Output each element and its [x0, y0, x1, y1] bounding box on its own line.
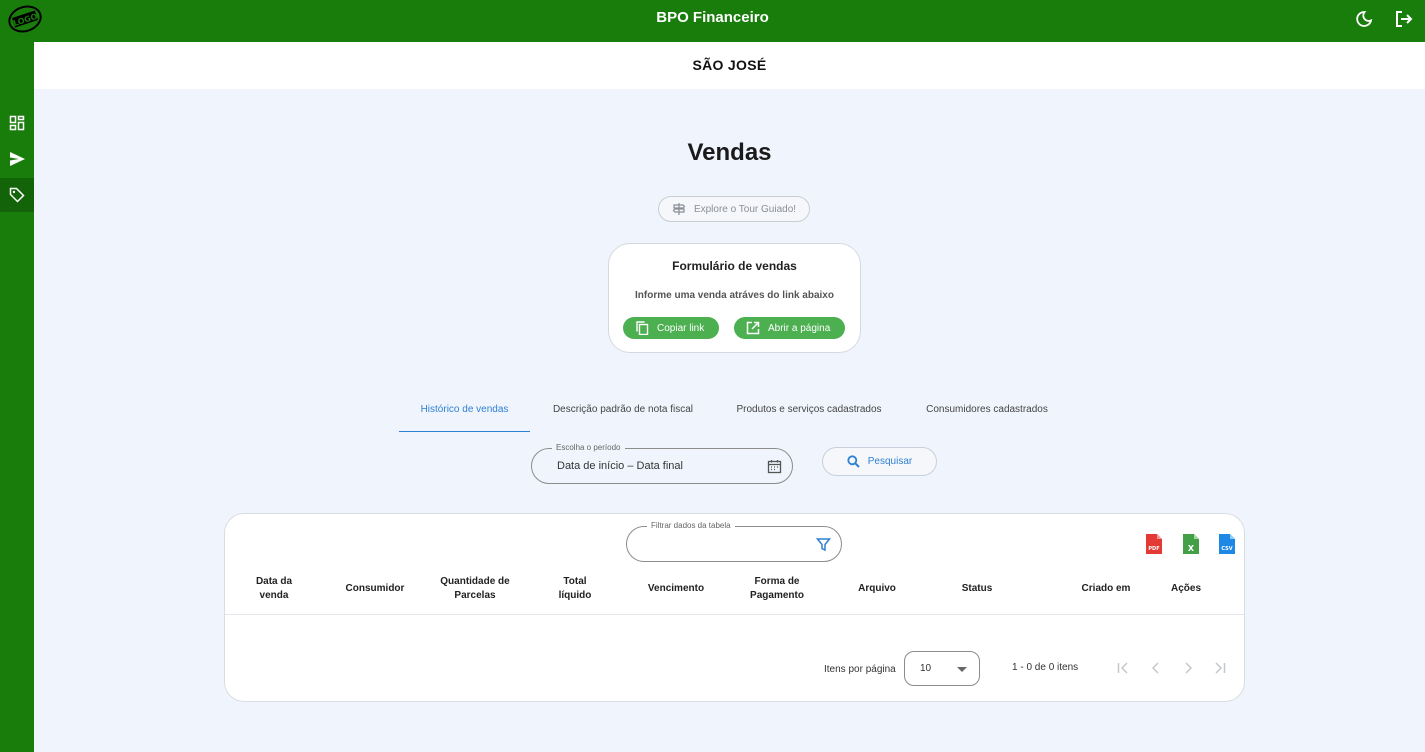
period-start-placeholder[interactable]: Data de início — [557, 460, 624, 472]
top-bar: LOGO BPO Financeiro — [0, 0, 1425, 42]
svg-text:PDF: PDF — [1148, 546, 1159, 552]
company-name: SÃO JOSÉ — [34, 42, 1425, 89]
items-per-page-label: Itens por página — [824, 664, 896, 675]
items-per-page-value: 10 — [920, 663, 932, 674]
page-title: Vendas — [687, 139, 772, 166]
svg-text:X: X — [1188, 544, 1195, 553]
tag-icon — [9, 187, 25, 203]
previous-page-icon[interactable] — [1146, 658, 1166, 678]
column-header-status[interactable]: Status — [940, 566, 1014, 612]
search-button-label: Pesquisar — [867, 456, 913, 467]
items-per-page-select[interactable]: 10 — [904, 651, 980, 686]
period-label: Escolha o período — [552, 443, 625, 452]
search-button[interactable]: Pesquisar — [822, 447, 937, 476]
guided-tour-label: Explore o Tour Guiado! — [693, 203, 797, 215]
period-range-field[interactable]: Escolha o período Data de início – Data … — [531, 443, 793, 484]
send-icon — [9, 152, 25, 166]
column-header-payment-method[interactable]: Forma de Pagamento — [740, 566, 814, 612]
sidebar-item-sales[interactable] — [0, 178, 34, 212]
copy-link-button[interactable]: Copiar link — [623, 317, 719, 339]
app-title: BPO Financeiro — [656, 9, 769, 26]
table-header-divider — [225, 614, 1244, 615]
guided-tour-button[interactable]: Explore o Tour Guiado! — [658, 196, 810, 222]
tab-products-services[interactable]: Produtos e serviços cadastrados — [722, 396, 896, 432]
table-filter-label: Filtrar dados da tabela — [647, 521, 735, 530]
sales-table-card: Filtrar dados da tabela PDF X CSV Data d… — [224, 513, 1245, 702]
calendar-icon[interactable] — [767, 459, 782, 479]
column-header-actions: Ações — [1170, 582, 1201, 594]
sales-form-description: Informe uma venda atráves do link abaixo — [635, 290, 834, 301]
sales-form-card: Formulário de vendas Informe uma venda a… — [608, 243, 861, 353]
signpost-icon — [672, 203, 686, 215]
dark-mode-icon[interactable] — [1354, 9, 1374, 29]
export-csv-icon[interactable]: CSV — [1218, 533, 1236, 555]
tab-bar: Histórico de vendas Descrição padrão de … — [0, 396, 1425, 432]
period-value: Data de início – Data final — [557, 460, 683, 472]
column-header-consumer[interactable]: Consumidor — [335, 566, 415, 612]
column-header-net-total[interactable]: Total líquido — [547, 566, 603, 612]
open-page-button[interactable]: Abrir a página — [734, 317, 845, 339]
search-icon — [847, 455, 860, 468]
column-header-installments[interactable]: Quantidade de Parcelas — [440, 566, 510, 612]
open-page-label: Abrir a página — [768, 322, 831, 334]
column-header-sale-date[interactable]: Data da venda — [247, 566, 301, 612]
sidebar-item-dashboard[interactable] — [0, 106, 34, 140]
sidebar-item-send[interactable] — [0, 142, 34, 176]
sales-form-title: Formulário de vendas — [672, 259, 797, 273]
column-header-file[interactable]: Arquivo — [840, 566, 914, 612]
table-filter-input[interactable]: Filtrar dados da tabela — [626, 521, 842, 562]
next-page-icon[interactable] — [1178, 658, 1198, 678]
tab-consumers[interactable]: Consumidores cadastrados — [912, 396, 1062, 432]
period-end-placeholder[interactable]: Data final — [637, 460, 683, 472]
filter-icon[interactable] — [815, 537, 832, 557]
column-header-due-date[interactable]: Vencimento — [635, 566, 717, 612]
export-pdf-icon[interactable]: PDF — [1145, 533, 1163, 555]
svg-text:CSV: CSV — [1221, 546, 1232, 552]
pagination-range: 1 - 0 de 0 itens — [1012, 662, 1079, 673]
first-page-icon[interactable] — [1113, 658, 1133, 678]
tab-invoice-description[interactable]: Descrição padrão de nota fiscal — [538, 396, 708, 432]
period-separator: – — [627, 460, 634, 472]
tab-sales-history[interactable]: Histórico de vendas — [399, 396, 530, 432]
last-page-icon[interactable] — [1210, 658, 1230, 678]
dropdown-arrow-icon — [957, 667, 967, 672]
copy-icon — [636, 321, 649, 335]
logout-icon[interactable] — [1394, 9, 1414, 29]
copy-link-label: Copiar link — [657, 322, 705, 334]
dashboard-icon — [9, 115, 25, 131]
export-excel-icon[interactable]: X — [1182, 533, 1200, 555]
open-external-icon — [746, 321, 760, 335]
